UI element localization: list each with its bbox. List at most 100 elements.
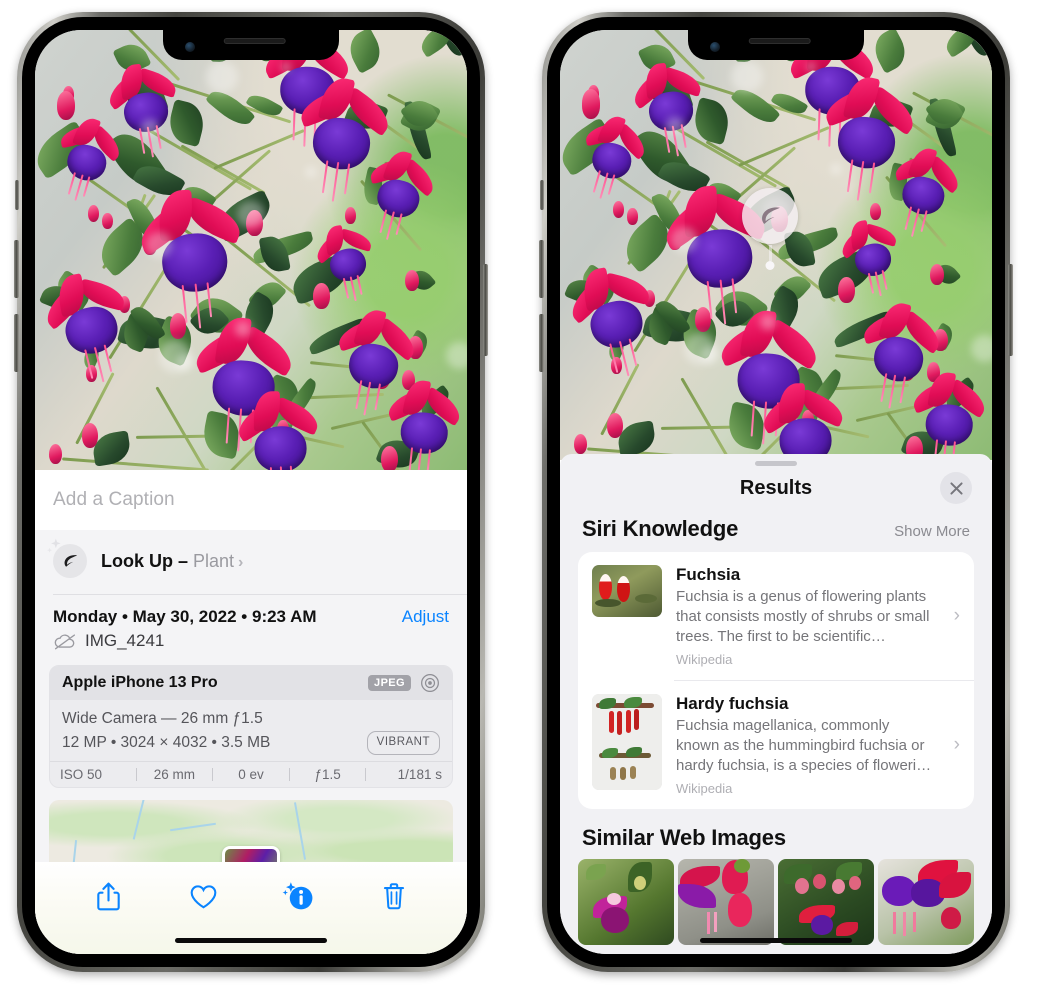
exif-stats: ISO 50 26 mm 0 ev ƒ1.5 1/181 s	[50, 761, 452, 787]
trash-icon[interactable]	[372, 876, 416, 916]
chevron-right-icon: ›	[953, 604, 960, 626]
bokeh	[235, 320, 252, 337]
show-more-button[interactable]: Show More	[894, 523, 970, 540]
knowledge-source: Wikipedia	[676, 780, 733, 796]
screen-left: Add a Caption Look Up – Plant › Monday •…	[35, 30, 467, 954]
bokeh	[666, 116, 684, 135]
bokeh	[206, 61, 238, 93]
knowledge-title: Hardy fuchsia	[676, 693, 789, 713]
knowledge-thumbnail	[592, 565, 662, 617]
knowledge-text: Fuchsia Fuchsia is a genus of flowering …	[676, 565, 936, 667]
similar-image-tile[interactable]	[878, 858, 974, 945]
list-item[interactable]: Fuchsia Fuchsia is a genus of flowering …	[578, 552, 974, 680]
exif-header: Apple iPhone 13 Pro JPEG	[50, 666, 452, 700]
cloud-slash-icon	[54, 633, 76, 649]
info-panel: Add a Caption Look Up – Plant › Monday •…	[35, 470, 467, 954]
date-row: Monday • May 30, 2022 • 9:23 AM Adjust	[35, 595, 467, 629]
exif-card[interactable]: Apple iPhone 13 Pro JPEG Wide Camera — 2…	[49, 665, 453, 789]
home-indicator	[700, 938, 852, 943]
look-up-subject: Plant	[193, 550, 235, 571]
lookup-group: Look Up – Plant › Monday • May 30, 2022 •…	[35, 530, 467, 881]
exif-stat: ISO 50	[60, 767, 103, 783]
share-icon[interactable]	[87, 876, 131, 916]
siri-knowledge-card: Fuchsia Fuchsia is a genus of flowering …	[578, 552, 974, 809]
bokeh	[145, 231, 172, 258]
file-name: IMG_4241	[85, 631, 165, 650]
flower-bud	[581, 89, 601, 119]
exif-stat: ƒ1.5	[314, 767, 341, 783]
file-row: IMG_4241	[35, 629, 467, 663]
photographic-style-badge: VIBRANT	[366, 731, 440, 755]
front-camera	[185, 42, 195, 52]
list-item[interactable]: Hardy fuchsia Fuchsia magellanica, commo…	[578, 681, 974, 809]
look-up-title: Look Up –	[101, 550, 194, 571]
bokeh	[670, 227, 697, 253]
knowledge-thumbnail	[592, 693, 662, 790]
exif-stat: 1/181 s	[397, 767, 442, 783]
similar-image-tile[interactable]	[678, 858, 774, 945]
chevron-right-icon: ›	[953, 733, 960, 755]
volume-down-button[interactable]	[14, 314, 19, 372]
bokeh	[731, 60, 763, 93]
flower-bud	[56, 90, 76, 121]
iphone-left: Add a Caption Look Up – Plant › Monday •…	[14, 12, 488, 972]
earpiece-speaker	[748, 38, 811, 44]
photo-view[interactable]	[35, 30, 467, 470]
look-up-badge[interactable]	[742, 188, 798, 270]
volume-up-button[interactable]	[14, 240, 19, 298]
knowledge-description: Fuchsia is a genus of flowering plants t…	[676, 588, 930, 645]
bokeh	[141, 118, 159, 137]
fuchsia-blossom	[907, 369, 992, 460]
fuchsia-blossom	[382, 377, 467, 470]
home-indicator	[175, 938, 327, 943]
adjust-button[interactable]: Adjust	[402, 607, 449, 627]
silent-switch[interactable]	[15, 180, 19, 210]
leaf-icon	[761, 206, 780, 224]
flower-bud	[82, 422, 98, 448]
earpiece-speaker	[223, 38, 286, 44]
similar-web-images-title: Similar Web Images	[582, 824, 786, 850]
similar-web-images-row	[560, 858, 992, 945]
knowledge-description: Fuchsia magellanica, commonly known as t…	[676, 716, 932, 774]
screen-right: Results Siri Knowledge Show More Fuchsia…	[560, 30, 992, 954]
iphone-right: Results Siri Knowledge Show More Fuchsia…	[539, 12, 1013, 972]
knowledge-source: Wikipedia	[676, 651, 733, 667]
exif-specs-row: 12 MP • 3024 × 4032 • 3.5 MB VIBRANT	[62, 731, 440, 755]
silent-switch[interactable]	[540, 180, 544, 210]
volume-down-button[interactable]	[539, 314, 544, 372]
fuchsia-blossom	[757, 382, 859, 460]
aperture-icon	[421, 674, 439, 692]
look-up-row[interactable]: Look Up – Plant ›	[35, 530, 467, 594]
screenshot-stage: Add a Caption Look Up – Plant › Monday •…	[0, 0, 1055, 985]
power-button[interactable]	[483, 264, 488, 356]
exif-header-right: JPEG	[368, 673, 440, 693]
flower-bud	[930, 263, 944, 286]
power-button[interactable]	[1008, 264, 1013, 356]
caption-field[interactable]: Add a Caption	[35, 470, 467, 530]
siri-knowledge-header: Siri Knowledge Show More	[560, 510, 992, 552]
photo-view[interactable]	[560, 30, 992, 460]
similar-image-tile[interactable]	[778, 858, 874, 945]
caption-placeholder: Add a Caption	[53, 489, 175, 510]
chevron-right-icon: ›	[238, 553, 244, 571]
notch	[163, 30, 339, 60]
similar-image-tile[interactable]	[578, 858, 674, 945]
siri-knowledge-title: Siri Knowledge	[582, 516, 739, 541]
results-title: Results	[739, 476, 813, 499]
format-badge: JPEG	[368, 675, 411, 691]
camera-model: Apple iPhone 13 Pro	[62, 674, 218, 691]
lens-info: Wide Camera — 26 mm ƒ1.5	[62, 710, 263, 727]
bokeh	[700, 346, 719, 364]
photo-date: Monday • May 30, 2022 • 9:23 AM	[53, 607, 317, 626]
volume-up-button[interactable]	[539, 240, 544, 298]
results-header: Results	[560, 466, 992, 510]
flower-bud	[573, 433, 587, 455]
flower-bud	[607, 413, 623, 439]
front-camera	[710, 42, 720, 52]
leaf-icon	[47, 538, 87, 578]
close-icon[interactable]	[940, 472, 972, 504]
heart-icon[interactable]	[182, 876, 226, 916]
info-sparkle-icon[interactable]	[277, 876, 321, 916]
sparkles-icon	[47, 538, 61, 553]
exif-stat: 0 ev	[238, 767, 264, 783]
